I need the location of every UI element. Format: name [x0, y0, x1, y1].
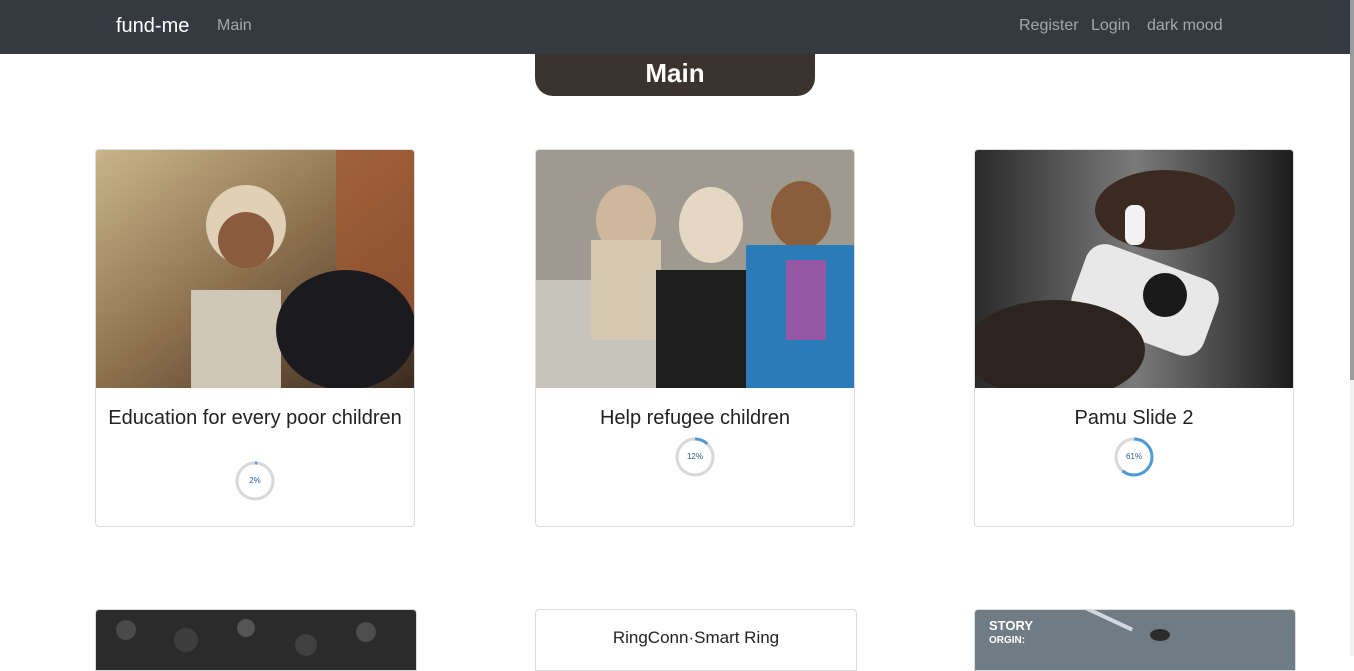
brand-logo[interactable]: fund-me [116, 15, 189, 38]
scrollbar-thumb[interactable] [1350, 0, 1354, 380]
campaign-card-story[interactable]: STORY ORGIN: [974, 609, 1296, 671]
progress-label: 12% [686, 452, 703, 461]
campaign-card-ringconn[interactable]: RingConn·Smart Ring [535, 609, 857, 671]
campaign-card-refugee[interactable]: Help refugee children 12% [535, 149, 855, 527]
campaign-image[interactable] [96, 610, 416, 670]
nav-link-login[interactable]: Login [1091, 17, 1130, 35]
nav-link-dark-mood[interactable]: dark mood [1147, 17, 1223, 35]
nav-link-register[interactable]: Register [1019, 17, 1079, 35]
story-line-1: STORY [989, 618, 1034, 633]
campaign-title: Help refugee children [599, 407, 791, 429]
scrollbar-track[interactable] [1350, 0, 1354, 656]
campaign-title: Education for every poor children [108, 407, 402, 429]
progress-circle: 12% [675, 437, 715, 477]
ringconn-logo-text: RingConn·Smart Ring [612, 628, 780, 647]
campaign-card-education[interactable]: Education for every poor children 2% [95, 149, 415, 527]
campaign-image[interactable] [536, 150, 855, 388]
campaign-card-partial[interactable] [95, 609, 417, 671]
story-line-2: ORGIN: [989, 635, 1026, 646]
progress-label: 2% [249, 476, 261, 485]
campaign-title: Pamu Slide 2 [1074, 407, 1194, 429]
campaign-card-pamu[interactable]: Pamu Slide 2 61% [974, 149, 1294, 527]
navbar: fund-me Main Register Login dark mood [0, 0, 1350, 54]
nav-link-main[interactable]: Main [217, 17, 252, 35]
campaign-image[interactable] [96, 150, 415, 388]
campaign-image[interactable] [975, 150, 1294, 388]
progress-label: 61% [1125, 452, 1142, 461]
progress-circle: 61% [1114, 437, 1154, 477]
page-title-banner: Main [535, 54, 815, 96]
story-label: STORY ORGIN: [989, 618, 1033, 648]
progress-circle: 2% [235, 461, 275, 501]
